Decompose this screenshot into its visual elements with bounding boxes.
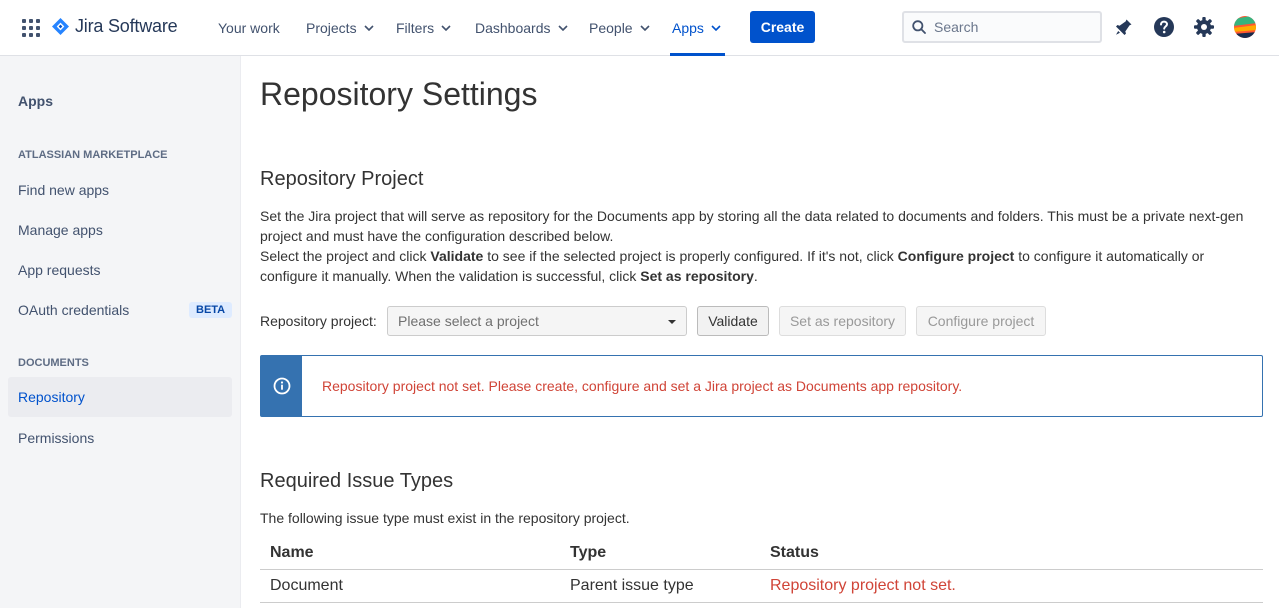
page-title: Repository Settings [260, 76, 538, 112]
search-input[interactable] [934, 19, 1084, 35]
sidebar-item-label: OAuth credentials [18, 302, 130, 318]
issue-types-table: Name Type Status Document Parent issue t… [260, 537, 1263, 603]
table-header-row: Name Type Status [260, 537, 1263, 570]
repository-project-heading: Repository Project [260, 168, 424, 190]
validate-button[interactable]: Validate [697, 306, 769, 336]
required-issue-types-heading: Required Issue Types [260, 470, 454, 492]
info-icon [273, 377, 290, 395]
avatar[interactable] [1233, 15, 1257, 39]
create-button[interactable]: Create [750, 11, 815, 43]
search-icon [912, 20, 926, 34]
app-switcher-icon[interactable] [22, 19, 40, 37]
beta-badge: BETA [189, 302, 233, 318]
cell-type: Parent issue type [560, 569, 760, 603]
chevron-down-icon [640, 25, 650, 31]
caret-down-icon [668, 320, 676, 324]
sidebar-item-permissions[interactable]: Permissions [8, 418, 232, 458]
table-row: Document Parent issue type Repository pr… [260, 569, 1263, 603]
text: Select the project and click [260, 248, 431, 264]
nav-people-label: People [589, 20, 633, 36]
nav-people[interactable]: People [589, 0, 650, 56]
cell-name: Document [260, 569, 560, 603]
set-as-repository-button[interactable]: Set as repository [779, 306, 906, 336]
column-header-status: Status [760, 537, 1263, 570]
nav-your-work-label: Your work [218, 20, 280, 36]
repository-project-label: Repository project: [260, 313, 377, 329]
chevron-down-icon [557, 25, 568, 31]
repository-description: Set the Jira project that will serve as … [260, 206, 1260, 286]
text: . [753, 268, 758, 284]
chevron-down-icon [364, 25, 374, 31]
product-name: Jira Software [75, 16, 178, 36]
nav-apps-label: Apps [672, 20, 704, 36]
chevron-down-icon [711, 25, 721, 31]
set-repository-emphasis: Set as repository [640, 268, 754, 284]
sidebar-item-repository[interactable]: Repository [8, 377, 232, 417]
chevron-down-icon [441, 25, 451, 31]
sidebar-section-marketplace: ATLASSIAN MARKETPLACE [18, 149, 168, 161]
help-icon[interactable] [1152, 15, 1176, 39]
description-line-2: Select the project and click Validate to… [260, 246, 1260, 286]
alert-bar [261, 356, 302, 416]
select-placeholder: Please select a project [398, 313, 539, 329]
sidebar-item-oauth-credentials[interactable]: OAuth credentials BETA [8, 290, 233, 330]
column-header-name: Name [260, 537, 560, 570]
jira-diamond-icon [52, 18, 69, 35]
nav-projects[interactable]: Projects [306, 0, 374, 56]
sidebar: Apps ATLASSIAN MARKETPLACE Find new apps… [0, 56, 241, 608]
nav-projects-label: Projects [306, 20, 357, 36]
notifications-icon[interactable] [1112, 15, 1136, 39]
nav-dashboards-label: Dashboards [475, 20, 551, 36]
nav-filters-label: Filters [396, 20, 435, 36]
sidebar-item-label: Repository [18, 389, 85, 405]
column-header-type: Type [560, 537, 760, 570]
sidebar-item-app-requests[interactable]: App requests [8, 250, 232, 290]
settings-icon[interactable] [1192, 15, 1216, 39]
top-navigation: Jira Software Your work Projects Filters… [0, 0, 1279, 56]
sidebar-item-label: Manage apps [18, 222, 103, 238]
sidebar-item-label: App requests [18, 262, 101, 278]
sidebar-item-manage-apps[interactable]: Manage apps [8, 210, 232, 250]
sidebar-item-label: Find new apps [18, 182, 110, 198]
sidebar-item-find-new-apps[interactable]: Find new apps [8, 170, 232, 210]
sidebar-item-label: Permissions [18, 430, 95, 446]
text: to see if the selected project is proper… [483, 248, 898, 264]
validate-emphasis: Validate [430, 248, 484, 264]
search-field[interactable] [902, 11, 1102, 43]
repository-project-row: Repository project: Please select a proj… [260, 306, 1263, 336]
sidebar-section-documents: DOCUMENTS [18, 357, 89, 369]
alert-message: Repository project not set. Please creat… [322, 378, 963, 394]
jira-logo[interactable]: Jira Software [52, 16, 178, 37]
sidebar-title: Apps [18, 93, 53, 109]
configure-emphasis: Configure project [897, 248, 1015, 264]
repository-project-select[interactable]: Please select a project [387, 306, 687, 336]
nav-dashboards[interactable]: Dashboards [475, 0, 568, 56]
nav-apps[interactable]: Apps [670, 0, 725, 56]
issue-types-description: The following issue type must exist in t… [260, 510, 630, 526]
description-line-1: Set the Jira project that will serve as … [260, 208, 1244, 244]
info-alert: Repository project not set. Please creat… [260, 355, 1263, 417]
cell-status: Repository project not set. [760, 569, 1263, 603]
nav-filters[interactable]: Filters [396, 0, 451, 56]
nav-your-work[interactable]: Your work [218, 0, 280, 56]
configure-project-button[interactable]: Configure project [916, 306, 1046, 336]
